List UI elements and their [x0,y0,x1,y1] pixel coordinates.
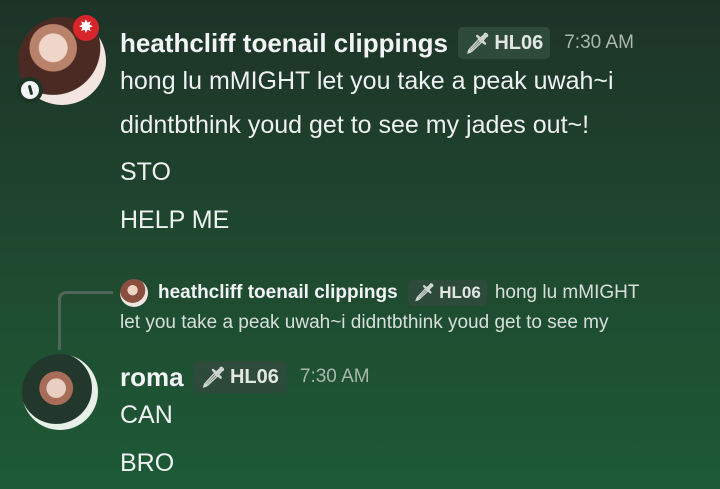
reply-preview[interactable]: heathcliff toenail clippings 🗡 HL06 hong… [158,280,639,306]
message-header: heathcliff toenail clippings 🗡 HL06 7:30… [120,26,634,60]
anger-icon: ✸ [73,15,99,41]
sword-icon: 🗡 [464,32,491,55]
reply-snippet-continued: let you take a peak uwah~i didntbthink y… [120,312,609,333]
reply-clan-tag: 🗡 HL06 [407,280,487,306]
message-text: didntbthink youd get to see my jades out… [120,111,590,139]
username[interactable]: heathcliff toenail clippings [120,28,448,59]
reply-connector [58,291,113,350]
clan-tag[interactable]: 🗡 HL06 [193,361,286,393]
timestamp: 7:30 AM [299,366,370,387]
message-text: STO [120,158,171,186]
username[interactable]: roma [120,362,184,393]
message-text: CAN [120,401,173,429]
timestamp: 7:30 AM [564,32,634,53]
sword-icon: 🗡 [200,366,226,389]
message-text: HELP ME [120,206,230,234]
clan-tag-label: HL06 [229,365,279,388]
reply-username[interactable]: heathcliff toenail clippings [158,282,398,304]
message-header: roma 🗡 HL06 7:30 AM [120,360,370,394]
message-text: hong lu mMIGHT let you take a peak uwah~… [120,67,614,95]
avatar[interactable] [22,354,98,430]
sword-icon: 🗡 [413,283,436,302]
reply-avatar [120,279,148,307]
reply-snippet: hong lu mMIGHT [494,282,640,303]
status-icon [17,77,43,103]
message-text: BRO [120,449,175,477]
clan-tag-label: HL06 [494,31,544,54]
reply-clan-tag-label: HL06 [439,283,481,302]
clan-tag[interactable]: 🗡 HL06 [457,27,551,59]
